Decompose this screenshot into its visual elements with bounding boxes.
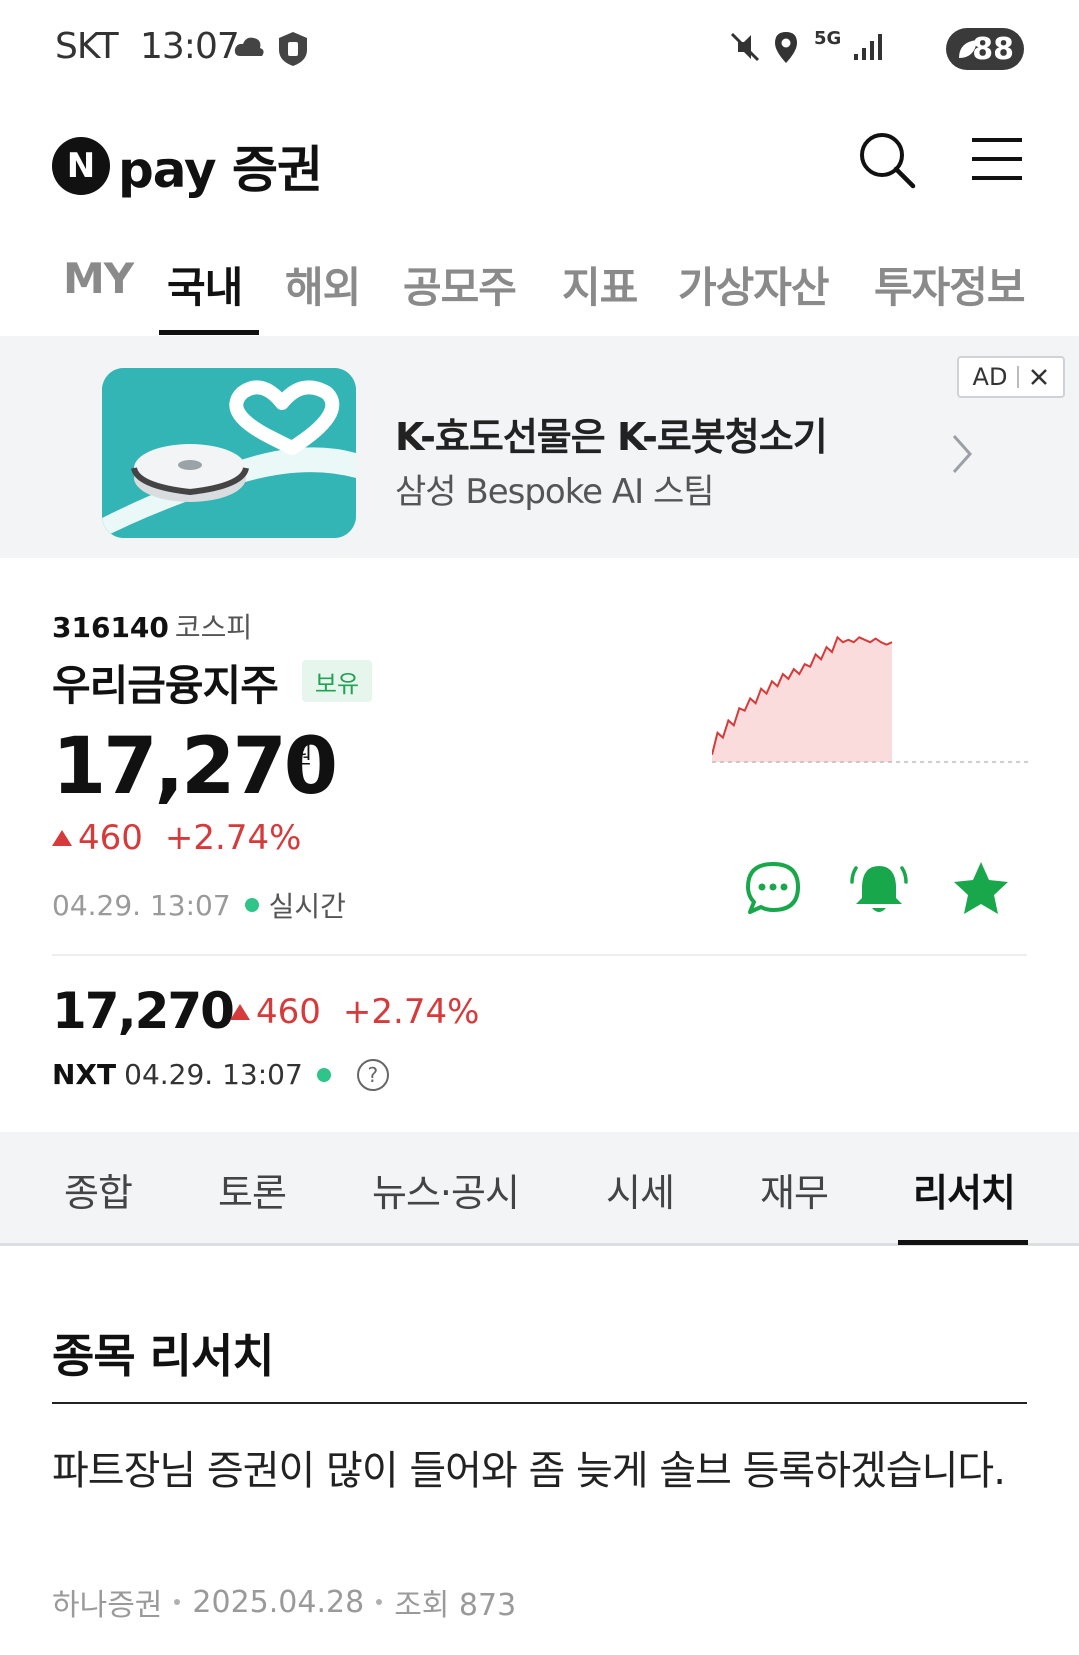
search-icon[interactable] bbox=[855, 128, 919, 192]
price-unit: 원 bbox=[292, 744, 313, 769]
status-bar: SKT 13:07 5G 88 bbox=[0, 0, 1079, 100]
divider bbox=[52, 954, 1027, 956]
research-article-title[interactable]: 파트장님 증권이 많이 들어와 좀 늦게 솔브 등록하겠습니다. bbox=[52, 1440, 1027, 1502]
tab-financials[interactable]: 재무 bbox=[760, 1162, 829, 1217]
nxt-change: 460 +2.74% bbox=[230, 992, 479, 1032]
up-triangle-icon bbox=[52, 830, 72, 846]
chevron-right-icon bbox=[952, 435, 973, 473]
close-icon[interactable] bbox=[1029, 367, 1049, 387]
ad-subtitle: 삼성 Bespoke AI 스팀 bbox=[395, 472, 715, 512]
up-triangle-icon bbox=[230, 1004, 250, 1020]
price-timestamp: 04.29. 13:07 실시간 bbox=[52, 885, 346, 925]
tab-summary[interactable]: 종합 bbox=[64, 1162, 133, 1217]
app-header: N pay 증권 bbox=[0, 110, 1079, 210]
price-change: 460 +2.74% bbox=[52, 818, 301, 858]
star-icon[interactable] bbox=[950, 858, 1012, 920]
live-label: 실시간 bbox=[268, 890, 346, 923]
chat-icon[interactable] bbox=[742, 858, 804, 920]
tab-crypto[interactable]: 가상자산 bbox=[678, 254, 830, 315]
battery-indicator: 88 bbox=[946, 28, 1024, 70]
stock-code-row: 316140 코스피 bbox=[52, 606, 252, 646]
tab-my[interactable]: MY bbox=[63, 254, 134, 303]
holding-badge: 보유 bbox=[302, 660, 372, 702]
signal-icon bbox=[854, 34, 882, 60]
help-icon[interactable]: ? bbox=[356, 1058, 389, 1091]
tab-overseas[interactable]: 해외 bbox=[285, 254, 361, 315]
tab-research[interactable]: 리서치 bbox=[913, 1162, 1016, 1217]
tab-news[interactable]: 뉴스·공시 bbox=[372, 1162, 520, 1217]
tab-ipo[interactable]: 공모주 bbox=[403, 254, 517, 315]
article-meta: 하나증권 2025.04.28 조회 873 bbox=[52, 1580, 516, 1624]
ad-image bbox=[102, 368, 356, 538]
shield-icon bbox=[279, 32, 307, 66]
mute-icon bbox=[730, 32, 760, 62]
location-icon bbox=[775, 32, 797, 63]
ad-banner[interactable]: K-효도선물은 K-로봇청소기 삼성 Bespoke AI 스팀 AD bbox=[0, 336, 1079, 558]
nxt-timestamp-row: NXT 04.29. 13:07 ? bbox=[52, 1058, 389, 1091]
article-source: 하나증권 bbox=[52, 1588, 163, 1623]
ad-title: K-효도선물은 K-로봇청소기 bbox=[395, 415, 828, 459]
timestamp-text: 04.29. 13:07 bbox=[52, 888, 231, 922]
robot-vacuum-image bbox=[102, 368, 356, 538]
active-tab-indicator bbox=[159, 330, 259, 335]
ad-label: AD bbox=[972, 363, 1008, 391]
nxt-change-percent: +2.74% bbox=[342, 992, 480, 1032]
stock-name: 우리금융지주 bbox=[52, 661, 279, 710]
stock-market: 코스피 bbox=[174, 611, 253, 644]
tab-discussion[interactable]: 토론 bbox=[218, 1162, 287, 1217]
npay-logo[interactable]: N pay 증권 bbox=[52, 130, 323, 202]
bell-icon[interactable] bbox=[848, 858, 910, 920]
logo-text: pay 증권 bbox=[118, 141, 323, 199]
section-divider bbox=[52, 1402, 1027, 1404]
section-title: 종목 리서치 bbox=[52, 1329, 275, 1383]
carrier-label: SKT bbox=[55, 26, 119, 67]
intraday-chart[interactable] bbox=[712, 630, 1030, 805]
cloud-icon bbox=[234, 37, 264, 56]
network-5g-label: 5G bbox=[814, 28, 842, 49]
tab-invest-info[interactable]: 투자정보 bbox=[874, 254, 1026, 315]
tab-quotes[interactable]: 시세 bbox=[606, 1162, 675, 1217]
main-tabs: MY 국내 해외 공모주 지표 가상자산 투자정보 bbox=[0, 238, 1079, 336]
ad-badge[interactable]: AD bbox=[957, 356, 1065, 398]
tab-indicators[interactable]: 지표 bbox=[562, 254, 638, 315]
article-views: 조회 873 bbox=[394, 1588, 517, 1623]
nxt-change-amount: 460 bbox=[256, 992, 321, 1032]
change-percent: +2.74% bbox=[164, 818, 302, 858]
leaf-icon bbox=[959, 40, 977, 58]
change-amount: 460 bbox=[78, 818, 143, 858]
nxt-label: NXT bbox=[52, 1058, 117, 1091]
article-date: 2025.04.28 bbox=[192, 1584, 365, 1620]
status-time: 13:07 bbox=[140, 26, 240, 67]
stock-code: 316140 bbox=[52, 611, 169, 644]
live-dot bbox=[316, 1067, 331, 1082]
nxt-price: 17,270 bbox=[52, 982, 235, 1040]
chart-area bbox=[712, 637, 892, 762]
active-subtab-indicator bbox=[898, 1240, 1028, 1245]
live-dot bbox=[244, 898, 259, 912]
sub-tabs: 종합 토론 뉴스·공시 시세 재무 리서치 bbox=[0, 1132, 1079, 1246]
menu-icon[interactable] bbox=[968, 130, 1026, 188]
nxt-timestamp: 04.29. 13:07 bbox=[124, 1058, 303, 1091]
logo-mark: N bbox=[52, 137, 110, 195]
tab-domestic[interactable]: 국내 bbox=[167, 254, 243, 315]
